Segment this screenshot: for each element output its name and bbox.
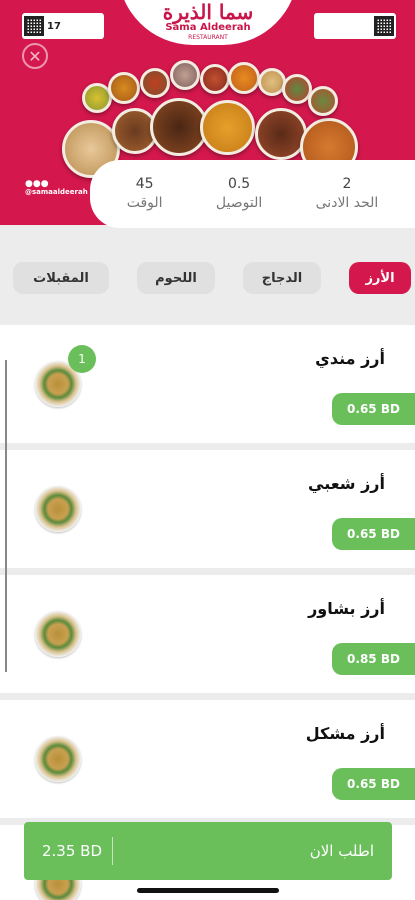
dish-image: [35, 736, 81, 782]
logo-latin-text: Sama Aldeerah: [165, 22, 251, 33]
logo-subtitle: RESTAURANT: [188, 34, 228, 41]
qr-card-left: 17: [22, 13, 104, 39]
qr-code-icon: [374, 16, 394, 36]
menu-item[interactable]: أرز بشاور 0.85 BD: [0, 575, 415, 693]
logo-script-text: سما الذيرة: [162, 0, 254, 24]
qr-card-right: [314, 13, 396, 39]
home-indicator[interactable]: [137, 888, 279, 893]
instagram-text: @samaaldeerah: [25, 188, 88, 196]
qr-left-text: 17: [47, 20, 61, 32]
info-time: 45 الوقت: [127, 175, 163, 213]
food-image: [170, 60, 200, 90]
instagram-handle: ●●● @samaaldeerah: [25, 179, 88, 197]
food-image: [140, 68, 170, 98]
restaurant-info-card: 2 الحد الادنى 0.5 التوصيل 45 الوقت: [90, 160, 415, 228]
order-now-label: اطلب الان: [309, 842, 374, 860]
close-icon: ✕: [28, 46, 42, 66]
dish-image: [35, 486, 81, 532]
price-button[interactable]: 0.85 BD: [332, 643, 415, 675]
info-value: 45: [135, 176, 154, 192]
order-now-button[interactable]: 2.35 BD اطلب الان: [24, 822, 392, 880]
restaurant-logo: سما الذيرة Sama Aldeerah RESTAURANT: [118, 0, 298, 45]
scrollbar[interactable]: [5, 360, 7, 672]
item-title: أرز بشاور: [308, 599, 385, 618]
dish-image: [35, 611, 81, 657]
tab-meat[interactable]: اللحوم: [137, 262, 215, 294]
food-image: [200, 64, 230, 94]
info-minimum-order: 2 الحد الادنى: [316, 175, 379, 213]
tab-rice[interactable]: الأرز: [349, 262, 411, 294]
category-tabs: الأرز الدجاج اللحوم المقبلات: [0, 262, 415, 294]
food-image: [255, 108, 307, 160]
info-label: الحد الادنى: [315, 195, 379, 211]
item-title: أرز مندي: [315, 349, 385, 368]
tab-appetizers[interactable]: المقبلات: [13, 262, 109, 294]
price-button[interactable]: 0.65 BD: [332, 393, 415, 425]
price-button[interactable]: 0.65 BD: [332, 768, 415, 800]
food-image: [228, 62, 260, 94]
info-value: 2: [342, 176, 352, 192]
quantity-badge: 1: [68, 345, 96, 373]
info-label: الوقت: [126, 195, 163, 211]
info-label: التوصيل: [215, 195, 263, 211]
price-button[interactable]: 0.65 BD: [332, 518, 415, 550]
food-image: [200, 100, 255, 155]
order-total: 2.35 BD: [42, 837, 114, 865]
tab-chicken[interactable]: الدجاج: [243, 262, 321, 294]
food-image: [308, 86, 338, 116]
item-title: أرز مشكل: [305, 724, 385, 743]
menu-item[interactable]: أرز شعبي 0.65 BD: [0, 450, 415, 568]
menu-item[interactable]: 1 أرز مندي 0.65 BD: [0, 325, 415, 443]
info-value: 0.5: [227, 176, 251, 192]
menu-item[interactable]: أرز مشكل 0.65 BD: [0, 700, 415, 818]
item-title: أرز شعبي: [308, 474, 385, 493]
info-delivery: 0.5 التوصيل: [216, 175, 262, 213]
food-image: [108, 72, 140, 104]
close-button[interactable]: ✕: [22, 43, 48, 69]
qr-code-icon: [24, 16, 44, 36]
